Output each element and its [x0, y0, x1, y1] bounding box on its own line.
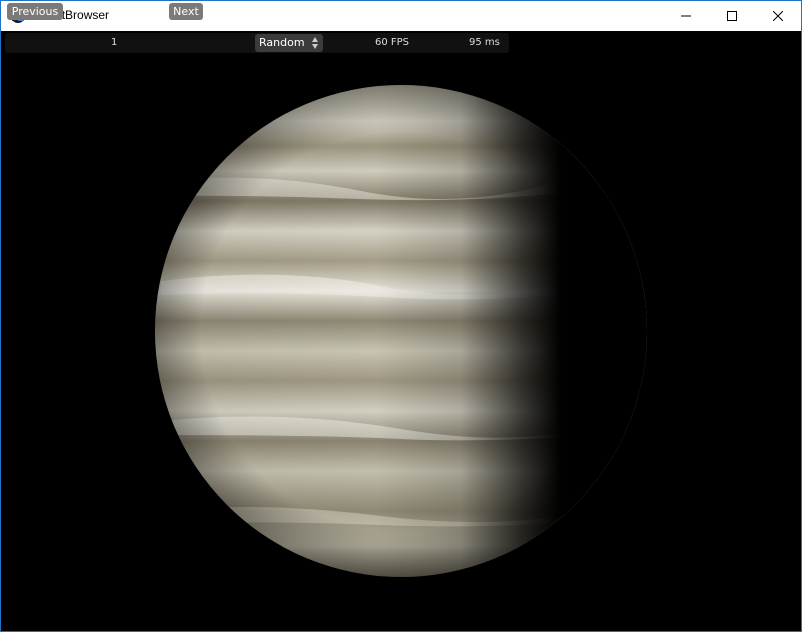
maximize-icon: [727, 11, 737, 21]
render-canvas[interactable]: [1, 31, 801, 631]
close-button[interactable]: [755, 1, 801, 31]
updown-arrows-icon: [312, 37, 318, 49]
app-window: PlanetBrowser Previous 1 Next Random 60 …: [0, 0, 802, 632]
mode-select-value: Random: [259, 36, 305, 49]
maximize-button[interactable]: [709, 1, 755, 31]
planet-index: 1: [111, 37, 118, 48]
previous-button[interactable]: Previous: [7, 3, 63, 20]
planet-render: [155, 85, 647, 577]
minimize-button[interactable]: [663, 1, 709, 31]
fps-readout: 60 FPS: [375, 37, 410, 48]
next-button[interactable]: Next: [169, 3, 203, 20]
close-icon: [773, 11, 783, 21]
mode-select[interactable]: Random: [255, 34, 323, 52]
frame-time-readout: 95 ms: [469, 37, 500, 48]
minimize-icon: [681, 15, 691, 17]
title-bar[interactable]: PlanetBrowser: [1, 1, 801, 31]
